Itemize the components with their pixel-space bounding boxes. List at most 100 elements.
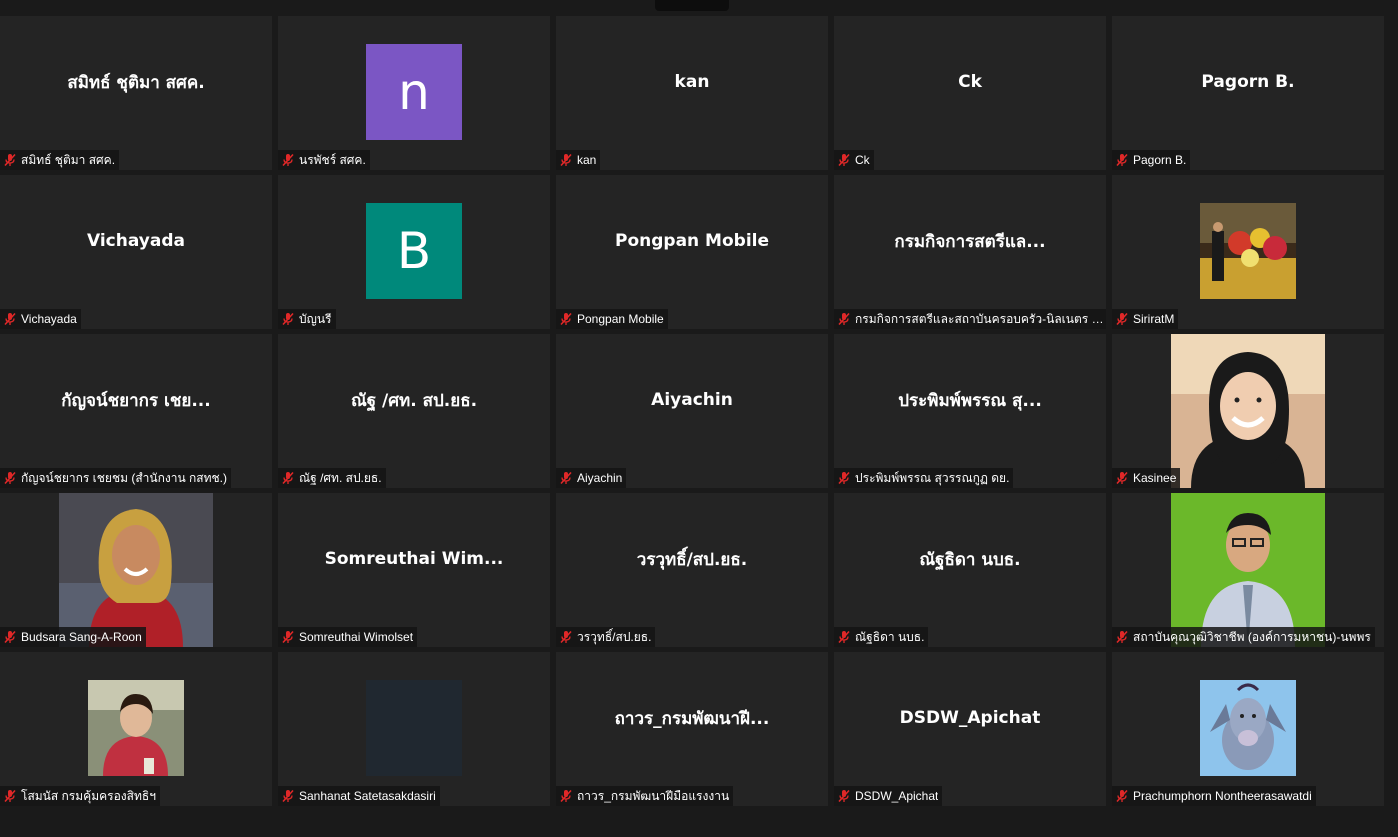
participant-tile[interactable]: ประพิมพ์พรรณ สุ... ประพิมพ์พรรณ สุวรรณกูฏ… [834,334,1106,488]
participant-photo [1171,334,1325,488]
participant-display-name: Vichayada [86,231,185,251]
participant-name-label: Budsara Sang-A-Roon [0,627,146,647]
participant-tile[interactable]: ณัฐ /ศท. สป.ยธ. ณัฐ /ศท. สป.ยธ. [278,334,550,488]
participant-tile[interactable]: kan kan [556,16,828,170]
participant-tile[interactable]: สมิทธ์ ชุติมา สศค. สมิทธ์ ชุติมา สศค. [0,16,272,170]
participant-display-name: สมิทธ์ ชุติมา สศค. [67,72,205,93]
participant-tile[interactable]: สถาบันคุณวุฒิวิชาชีพ (องค์การมหาชน)-นพพร [1112,493,1384,647]
participant-display-name: kan [674,72,710,92]
participant-name-label: Ck [834,150,874,170]
participant-name: สมิทธ์ ชุติมา สศค. [21,152,116,167]
participant-display-name: Pagorn B. [1201,72,1295,92]
participant-name-label: ประพิมพ์พรรณ สุวรรณกูฏ ดย. [834,468,1014,488]
muted-microphone-icon [282,471,294,485]
participant-name-label: นรพัชร์ สศค. [278,150,370,170]
participant-tile[interactable]: ถาวร_กรมพัฒนาฝี... ถาวร_กรมพัฒนาฝีมือแรงง… [556,652,828,806]
muted-microphone-icon [560,312,572,326]
participant-name-label: ถาวร_กรมพัฒนาฝีมือแรงงาน [556,786,734,806]
participant-name: DSDW_Apichat [855,789,939,803]
participant-name: SiriratM [1133,312,1175,326]
participant-name: บัญนรี [299,311,332,326]
participant-tile[interactable]: Ck Ck [834,16,1106,170]
participant-tile[interactable]: กรมกิจการสตรีแล... กรมกิจการสตรีและสถาบัน… [834,175,1106,329]
participant-name: Prachumphorn Nontheerasawatdi [1133,789,1312,803]
participant-display-name: กรมกิจการสตรีแล... [894,231,1046,252]
muted-microphone-icon [4,630,16,644]
muted-microphone-icon [1116,312,1128,326]
participant-name: Pagorn B. [1133,153,1187,167]
muted-microphone-icon [838,471,850,485]
participant-name-label: โสมนัส กรมคุ้มครองสิทธิฯ [0,786,160,806]
participant-tile[interactable]: Vichayada Vichayada [0,175,272,329]
muted-microphone-icon [282,312,294,326]
participant-name-label: kan [556,150,601,170]
participant-name-label: ณัฐธิดา นบธ. [834,627,929,647]
participant-name-label: Vichayada [0,309,81,329]
participant-name: ณัฐ /ศท. สป.ยธ. [299,470,382,485]
participant-tile[interactable]: B บัญนรี [278,175,550,329]
participant-tile[interactable]: Budsara Sang-A-Roon [0,493,272,647]
participant-tile[interactable]: Kasinee [1112,334,1384,488]
gallery-grid: สมิทธ์ ชุติมา สศค. สมิทธ์ ชุติมา สศค. n นรพ… [0,16,1398,837]
participant-tile[interactable]: Aiyachin Aiyachin [556,334,828,488]
participant-name-label: Aiyachin [556,468,627,488]
participant-display-name: ณัฐธิดา นบธ. [919,549,1021,570]
participant-name: Vichayada [21,312,77,326]
participant-tile[interactable]: Pagorn B. Pagorn B. [1112,16,1384,170]
muted-microphone-icon [838,312,850,326]
participant-name: ประพิมพ์พรรณ สุวรรณกูฏ ดย. [855,470,1010,485]
participant-display-name: กัญจน์ชยากร เชย... [61,390,211,411]
participant-tile[interactable]: กัญจน์ชยากร เชย... กัญจน์ชยากร เชยชม (สำน… [0,334,272,488]
muted-microphone-icon [1116,789,1128,803]
participant-tile[interactable]: Pongpan Mobile Pongpan Mobile [556,175,828,329]
participant-name: Aiyachin [577,471,623,485]
participant-photo [1171,493,1325,647]
participant-display-name: ณัฐ /ศท. สป.ยธ. [350,390,478,411]
participant-photo [59,493,213,647]
participant-tile[interactable]: วรวุทธิ์/สป.ยธ. วรวุทธิ์/สป.ยธ. [556,493,828,647]
muted-microphone-icon [560,789,572,803]
participant-display-name: ถาวร_กรมพัฒนาฝี... [614,708,770,729]
participant-photo [1200,203,1296,299]
participant-tile[interactable]: Sanhanat Satetasakdasiri [278,652,550,806]
participant-tile[interactable]: Prachumphorn Nontheerasawatdi [1112,652,1384,806]
participant-tile[interactable]: n นรพัชร์ สศค. [278,16,550,170]
participant-name-label: DSDW_Apichat [834,786,943,806]
participant-name-label: สถาบันคุณวุฒิวิชาชีพ (องค์การมหาชน)-นพพร [1112,627,1375,647]
participant-name-label: วรวุทธิ์/สป.ยธ. [556,627,656,647]
participant-name: กรมกิจการสตรีและสถาบันครอบครัว-นิลเนตร บ… [855,311,1106,326]
participant-avatar: B [366,203,462,299]
muted-microphone-icon [4,153,16,167]
participant-name: Ck [855,153,870,167]
participant-tile[interactable]: DSDW_Apichat DSDW_Apichat [834,652,1106,806]
participant-tile[interactable]: Somreuthai Wim... Somreuthai Wimolset [278,493,550,647]
participant-display-name: DSDW_Apichat [899,708,1041,728]
participant-avatar: n [366,44,462,140]
participant-name-label: Prachumphorn Nontheerasawatdi [1112,786,1316,806]
participant-name-label: Somreuthai Wimolset [278,627,418,647]
participant-name: กัญจน์ชยากร เชยชม (สำนักงาน กสทช.) [21,470,227,485]
participant-tile[interactable]: SiriratM [1112,175,1384,329]
muted-microphone-icon [560,630,572,644]
muted-microphone-icon [838,630,850,644]
participant-name-label: บัญนรี [278,309,336,329]
participant-display-name: Somreuthai Wim... [324,549,504,569]
participant-display-name: Aiyachin [651,390,733,410]
participant-tile[interactable]: โสมนัส กรมคุ้มครองสิทธิฯ [0,652,272,806]
muted-microphone-icon [838,789,850,803]
participant-name-label: SiriratM [1112,309,1179,329]
participant-name: Sanhanat Satetasakdasiri [299,789,436,803]
muted-microphone-icon [1116,471,1128,485]
participant-photo [366,680,462,776]
participant-name: นรพัชร์ สศค. [299,152,366,167]
muted-microphone-icon [282,630,294,644]
participant-name-label: Kasinee [1112,468,1181,488]
muted-microphone-icon [1116,153,1128,167]
muted-microphone-icon [4,471,16,485]
muted-microphone-icon [282,789,294,803]
top-toolbar-handle[interactable] [655,0,729,11]
participant-tile[interactable]: ณัฐธิดา นบธ. ณัฐธิดา นบธ. [834,493,1106,647]
participant-name: Budsara Sang-A-Roon [21,630,142,644]
participant-name-label: ณัฐ /ศท. สป.ยธ. [278,468,386,488]
participant-name-label: กัญจน์ชยากร เชยชม (สำนักงาน กสทช.) [0,468,231,488]
